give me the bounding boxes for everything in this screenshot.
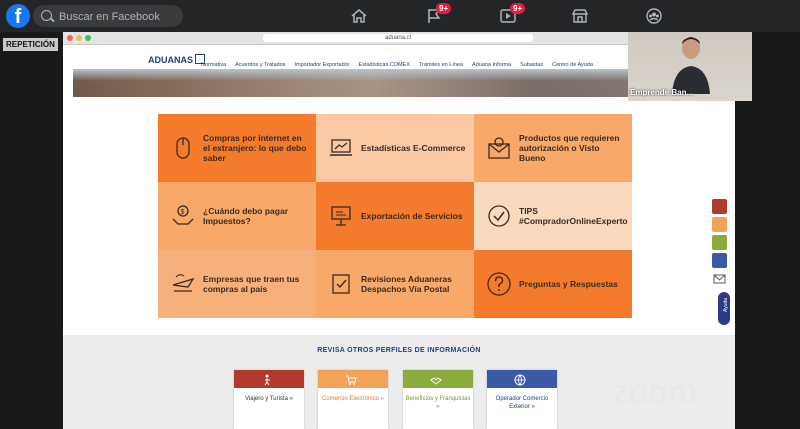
side-traveler-button[interactable] <box>712 199 727 214</box>
mail-icon <box>713 274 726 284</box>
menu-item-estadisticas[interactable]: Estadísticas COMEX <box>359 62 410 68</box>
search-icon <box>41 10 52 21</box>
tile-exportacion-servicios[interactable]: Exportación de Servicios <box>316 182 474 250</box>
money-hands-icon: $ <box>170 203 196 229</box>
tile-label: Empresas que traen tus compras al país <box>203 274 300 294</box>
profile-card-operador[interactable]: Operador Comercio Exterior » <box>487 370 557 429</box>
laptop-chart-icon <box>328 135 354 161</box>
presentation-icon <box>328 203 354 229</box>
envelope-approved-icon <box>486 135 512 161</box>
card-header <box>318 370 388 388</box>
traveler-icon <box>261 373 273 386</box>
card-label: Comercio Electrónico » <box>321 396 385 402</box>
side-globe-button[interactable] <box>712 253 727 268</box>
notification-badge: 9+ <box>436 3 452 14</box>
side-mail-button[interactable] <box>712 271 727 286</box>
side-cart-button[interactable] <box>712 217 727 232</box>
marketplace-icon[interactable] <box>571 7 589 25</box>
address-bar[interactable]: aduana.cl <box>263 34 533 42</box>
tile-revisiones-aduaneras[interactable]: Revisiones Aduaneras Despachos Vía Posta… <box>316 250 474 318</box>
tile-label: Compras por internet en el extranjero: l… <box>203 133 307 163</box>
tile-estadisticas[interactable]: Estadísticas E-Commerce <box>316 114 474 182</box>
home-icon[interactable] <box>350 7 368 25</box>
tile-impuestos[interactable]: $ ¿Cuándo debo pagar Impuestos? <box>158 182 316 250</box>
tile-tips[interactable]: TIPS #CompradorOnlineExperto <box>474 182 632 250</box>
card-label: Viajero y Turista » <box>245 396 293 402</box>
profiles-title: REVISA OTROS PERFILES DE INFORMACIÓN <box>317 347 481 354</box>
svg-text:$: $ <box>181 209 185 216</box>
cart-icon <box>345 373 357 385</box>
tile-productos-autorizacion[interactable]: Productos que requieren autorización o V… <box>474 114 632 182</box>
participant-name: Emprende Ban... <box>630 88 694 97</box>
card-header <box>487 370 557 388</box>
side-handshake-button[interactable] <box>712 235 727 250</box>
tile-label: Estadísticas E-Commerce <box>361 143 466 153</box>
maximize-button[interactable] <box>85 35 91 41</box>
card-label: Operador Comercio Exterior » <box>495 396 549 410</box>
facebook-top-bar: f 9+ 9+ <box>0 0 800 32</box>
help-tab[interactable]: Ayuda <box>718 292 730 325</box>
main-menu: Normativa Acuerdos y Tratados Importador… <box>201 62 593 68</box>
profile-card-viajero[interactable]: Viajero y Turista » <box>234 370 304 429</box>
groups-icon[interactable] <box>645 7 663 25</box>
aduanas-logo[interactable]: ADUANAS <box>148 54 205 65</box>
menu-item-tramites[interactable]: Trámites en Línea <box>419 62 463 68</box>
tile-label: Preguntas y Respuestas <box>519 279 618 289</box>
tile-label: Revisiones Aduaneras Despachos Vía Posta… <box>361 274 452 294</box>
help-label: Ayuda <box>723 297 730 313</box>
search-input[interactable] <box>57 8 181 26</box>
facebook-search[interactable] <box>33 5 183 27</box>
handshake-icon <box>430 373 442 385</box>
postal-check-icon <box>328 271 354 297</box>
ecommerce-tile-grid: Compras por internet en el extranjero: l… <box>158 114 632 318</box>
profile-card-beneficios[interactable]: Beneficios y Franquicias » <box>403 370 473 429</box>
menu-item-acuerdos[interactable]: Acuerdos y Tratados <box>235 62 285 68</box>
close-button[interactable] <box>67 35 73 41</box>
tile-empresas-compras[interactable]: Empresas que traen tus compras al país <box>158 250 316 318</box>
menu-item-ayuda[interactable]: Centro de Ayuda <box>552 62 593 68</box>
tile-label: TIPS #CompradorOnlineExperto <box>519 206 628 226</box>
tile-label: Exportación de Servicios <box>361 211 463 221</box>
mouse-icon <box>170 135 196 161</box>
tile-label: ¿Cuándo debo pagar Impuestos? <box>203 206 288 226</box>
notification-badge: 9+ <box>510 3 526 14</box>
card-header <box>403 370 473 388</box>
menu-item-subastas[interactable]: Subastas <box>520 62 543 68</box>
facebook-logo[interactable]: f <box>6 4 30 28</box>
zoom-watermark: zoom <box>612 373 698 411</box>
delivery-plane-icon <box>170 271 196 297</box>
replay-label: REPETICIÓN <box>3 38 58 51</box>
participant-avatar <box>672 37 710 94</box>
menu-item-informa[interactable]: Aduana Informa <box>472 62 511 68</box>
side-toolbar <box>712 199 730 289</box>
tile-label: Productos que requieren autorización o V… <box>519 133 620 163</box>
card-label: Beneficios y Franquicias » <box>405 396 471 410</box>
tile-preguntas[interactable]: Preguntas y Respuestas <box>474 250 632 318</box>
check-circle-icon <box>486 203 512 229</box>
profile-card-comercio[interactable]: Comercio Electrónico » <box>318 370 388 429</box>
menu-item-normativa[interactable]: Normativa <box>201 62 226 68</box>
card-header <box>234 370 304 388</box>
tile-compras-internet[interactable]: Compras por internet en el extranjero: l… <box>158 114 316 182</box>
question-icon <box>486 271 512 297</box>
menu-item-importador[interactable]: Importador Exportador <box>295 62 350 68</box>
participant-video[interactable]: Emprende Ban... <box>628 32 752 101</box>
globe-icon <box>514 373 526 386</box>
minimize-button[interactable] <box>76 35 82 41</box>
